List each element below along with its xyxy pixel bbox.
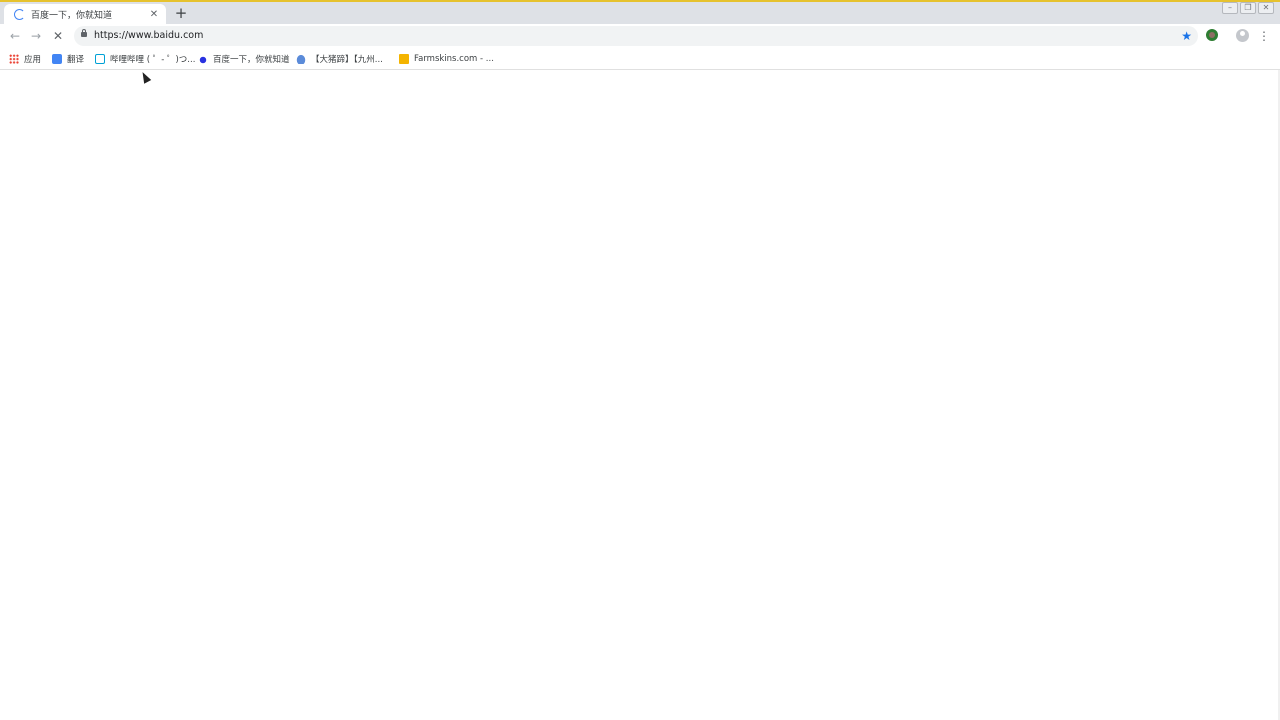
bookmark-label: 【大猪蹄】【九州... [311,54,383,65]
page-content-area[interactable] [0,70,1280,720]
url-text[interactable]: https://www.baidu.com [94,26,203,46]
tab-baidu[interactable]: 百度一下，你就知道 ✕ [4,4,166,24]
bookmark-baidu[interactable]: 百度一下，你就知道 [198,52,290,65]
baidu-paw-icon [198,53,208,64]
new-tab-button[interactable]: + [172,4,190,22]
bookmark-label: Farmskins.com - ... [414,53,494,64]
bookmark-translate[interactable]: 翻译 [52,52,84,65]
browser-window: 百度一下，你就知道 ✕ + – ❐ ✕ ← → ✕ https://www.ba… [0,0,1280,720]
window-controls: – ❐ ✕ [1222,2,1274,16]
translate-icon [52,53,62,64]
bookmark-label: 翻译 [67,54,85,65]
apps-grid-icon [9,53,19,64]
bookmark-farmskins[interactable]: Farmskins.com - ... [399,52,494,65]
bookmark-label: 哔哩哔哩 ( ゜- ゜)つ... [110,54,196,65]
stop-loading-button[interactable]: ✕ [49,27,67,45]
cloud-icon [296,53,306,64]
bookmarks-bar: 应用 翻译 哔哩哔哩 ( ゜- ゜)つ... 百度一下，你就知道 【大猪蹄】【九… [0,48,1280,70]
toolbar: ← → ✕ https://www.baidu.com ★ ⋮ [0,24,1280,48]
tab-title: 百度一下，你就知道 [31,10,113,21]
minimize-button[interactable]: – [1222,2,1238,14]
bookmark-label: 百度一下，你就知道 [213,54,290,65]
forward-button[interactable]: → [27,27,45,45]
bilibili-icon [95,53,105,64]
loading-spinner-icon [14,8,25,20]
bookmark-bilibili[interactable]: 哔哩哔哩 ( ゜- ゜)つ... [95,52,195,65]
farmskins-icon [399,53,409,64]
address-bar[interactable]: https://www.baidu.com ★ [74,26,1198,46]
profile-avatar-icon[interactable] [1236,29,1249,42]
bookmark-apps[interactable]: 应用 [9,52,41,65]
tab-close-icon[interactable]: ✕ [148,9,160,20]
close-window-button[interactable]: ✕ [1258,2,1274,14]
bookmark-cloud[interactable]: 【大猪蹄】【九州... [296,52,383,65]
bookmark-label: 应用 [24,54,42,65]
restore-button[interactable]: ❐ [1240,2,1256,14]
lock-icon[interactable] [81,29,87,37]
tab-strip: 百度一下，你就知道 ✕ + – ❐ ✕ [0,2,1280,24]
browser-menu-icon[interactable]: ⋮ [1258,27,1270,45]
bookmark-star-icon[interactable]: ★ [1181,26,1192,46]
back-button[interactable]: ← [6,27,24,45]
extension-icon[interactable] [1206,29,1218,41]
